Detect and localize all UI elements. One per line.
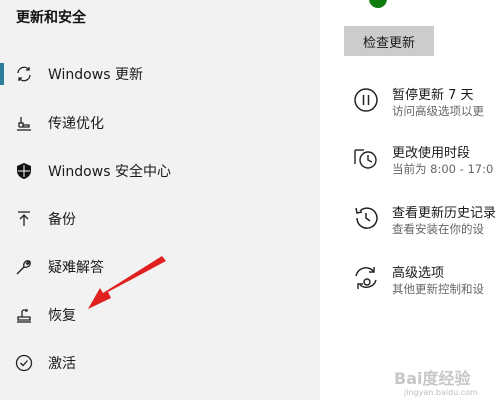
shield-icon [14,161,34,181]
watermark-url: jingyan.baidu.com [404,388,478,397]
check-updates-button[interactable]: 检查更新 [344,26,434,56]
history-icon [352,204,380,232]
refresh-icon [14,64,34,84]
sidebar-item-activation[interactable]: 激活 [0,343,320,383]
clock-schedule-icon [352,144,380,172]
option-subtitle: 其他更新控制和设 [392,282,484,296]
advanced-refresh-icon [352,264,380,292]
backup-arrow-icon [14,209,34,229]
option-title: 更改使用时段 [392,146,471,161]
option-pause-updates[interactable]: 暂停更新 7 天 访问高级选项以更 [352,84,500,128]
sidebar-header: 更新和安全 [16,10,86,26]
option-title: 查看更新历史记录 [392,206,497,221]
option-update-history[interactable]: 查看更新历史记录 查看安装在你的设 [352,202,500,246]
option-advanced[interactable]: 高级选项 其他更新控制和设 [352,262,500,306]
option-subtitle: 当前为 8:00 - 17:0 [392,162,494,176]
option-title: 暂停更新 7 天 [392,88,474,103]
check-circle-icon [14,353,34,373]
sidebar-item-windows-update[interactable]: Windows 更新 [0,54,320,94]
sidebar-item-label: 备份 [48,212,76,228]
watermark-brand: Bai度经验 [394,369,471,388]
delivery-optimization-icon [14,113,34,133]
recovery-icon [14,305,34,325]
sidebar-item-label: 激活 [48,356,76,372]
sidebar-item-backup[interactable]: 备份 [0,199,320,239]
option-subtitle: 访问高级选项以更 [392,104,484,118]
sidebar-item-label: 恢复 [48,308,76,324]
sidebar: 更新和安全 Windows 更新 传递优化 Windows 安全中心 备份 疑难… [0,0,320,400]
sidebar-item-label: 疑难解答 [48,260,104,276]
option-active-hours[interactable]: 更改使用时段 当前为 8:00 - 17:0 [352,142,500,186]
wrench-icon [14,257,34,277]
pause-circle-icon [352,86,380,114]
option-title: 高级选项 [392,266,445,281]
sidebar-item-label: Windows 更新 [48,67,143,83]
sidebar-item-recovery[interactable]: 恢复 [0,295,320,335]
main-content [320,0,500,400]
sidebar-item-troubleshoot[interactable]: 疑难解答 [0,247,320,287]
option-subtitle: 查看安装在你的设 [392,222,484,236]
sidebar-item-label: 传递优化 [48,116,104,132]
sidebar-item-label: Windows 安全中心 [48,164,171,180]
sidebar-item-delivery-optimization[interactable]: 传递优化 [0,103,320,143]
sidebar-item-windows-security[interactable]: Windows 安全中心 [0,151,320,191]
